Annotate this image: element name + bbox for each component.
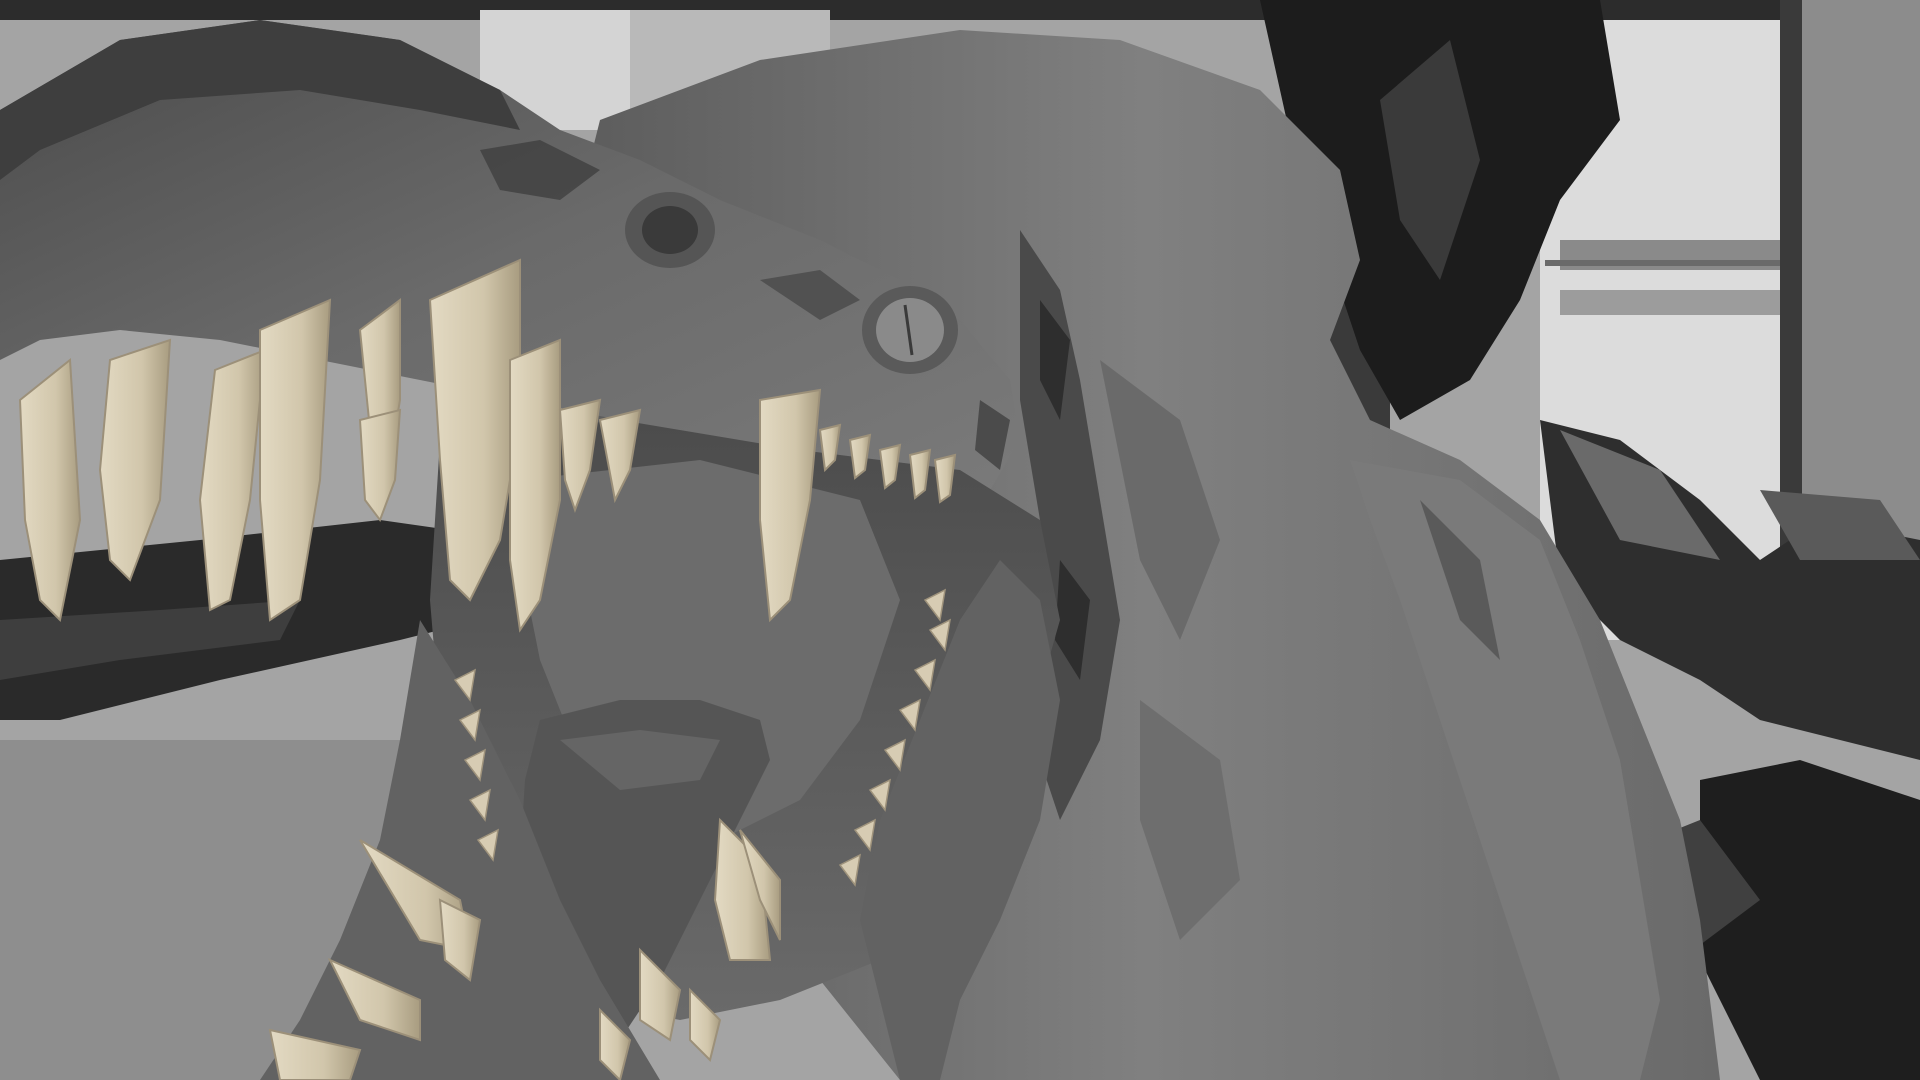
top-border [0, 0, 1920, 20]
nostril [642, 206, 698, 254]
window-frame [1560, 290, 1780, 315]
window-frame-line [1545, 260, 1780, 266]
creature-render-image [0, 0, 1920, 1080]
render-viewport [0, 0, 1920, 1080]
